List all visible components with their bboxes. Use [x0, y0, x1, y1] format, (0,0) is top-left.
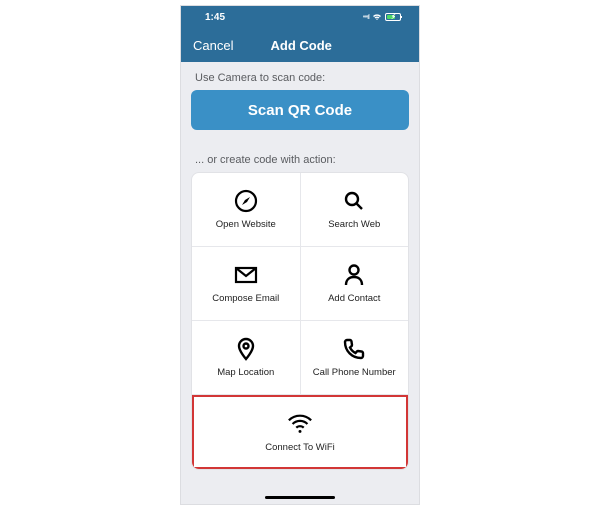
tile-label: Open Website	[216, 220, 276, 230]
scan-qr-button[interactable]: Scan QR Code	[191, 90, 409, 130]
tile-label: Connect To WiFi	[265, 443, 335, 453]
tile-label: Map Location	[217, 368, 274, 378]
page-title: Add Code	[195, 38, 407, 53]
connect-wifi-tile[interactable]: Connect To WiFi	[192, 395, 408, 469]
location-pin-icon	[233, 336, 259, 362]
call-phone-tile[interactable]: Call Phone Number	[300, 321, 409, 394]
compose-email-tile[interactable]: Compose Email	[192, 247, 300, 320]
wifi-icon	[287, 411, 313, 437]
tile-label: Add Contact	[328, 294, 380, 304]
tile-label: Compose Email	[212, 294, 279, 304]
scan-section-label: Use Camera to scan code:	[191, 62, 409, 90]
battery-icon: ⚡︎	[385, 13, 401, 21]
open-website-tile[interactable]: Open Website	[192, 173, 300, 246]
home-indicator[interactable]	[265, 496, 335, 499]
compass-icon	[233, 188, 259, 214]
create-section-label: ... or create code with action:	[191, 144, 409, 172]
status-time: 1:45	[205, 12, 225, 23]
add-contact-tile[interactable]: Add Contact	[300, 247, 409, 320]
envelope-icon	[233, 262, 259, 288]
wifi-status-icon	[372, 13, 382, 21]
search-web-tile[interactable]: Search Web	[300, 173, 409, 246]
status-bar: 1:45 •••ıl ⚡︎	[181, 6, 419, 28]
tile-label: Call Phone Number	[313, 368, 396, 378]
person-icon	[341, 262, 367, 288]
signal-icon: •••ıl	[363, 14, 369, 21]
status-right: •••ıl ⚡︎	[363, 13, 401, 21]
nav-bar: Cancel Add Code	[181, 28, 419, 62]
action-grid: Open Website Search Web	[191, 172, 409, 470]
search-icon	[341, 188, 367, 214]
phone-frame: 1:45 •••ıl ⚡︎ Cancel Add Code Use Camera…	[180, 5, 420, 505]
content-area: Use Camera to scan code: Scan QR Code ..…	[181, 62, 419, 504]
phone-icon	[341, 336, 367, 362]
tile-label: Search Web	[328, 220, 380, 230]
map-location-tile[interactable]: Map Location	[192, 321, 300, 394]
